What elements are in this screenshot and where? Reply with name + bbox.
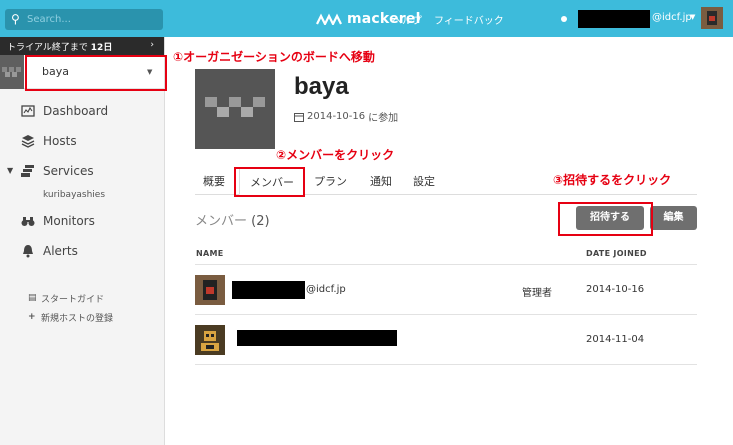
bell-icon bbox=[23, 245, 33, 258]
sidebar-item-hosts[interactable]: Hosts bbox=[0, 130, 164, 154]
sidebar-item-dashboard[interactable]: Dashboard bbox=[0, 100, 164, 124]
member-role: 管理者 bbox=[522, 288, 552, 299]
annotation-box-invite bbox=[558, 202, 653, 236]
sidebar: トライアル終了まで 12日 › baya ▼ Dashboard Hosts ▼… bbox=[0, 37, 165, 445]
user-domain[interactable]: @idcf.jp bbox=[652, 12, 692, 23]
tab-plan[interactable]: プラン bbox=[314, 173, 347, 189]
member-avatar bbox=[195, 275, 225, 305]
top-nav-links: ヘルプ フィードバック bbox=[392, 12, 504, 27]
tab-notifications[interactable]: 通知 bbox=[370, 173, 392, 189]
sidebar-item-services[interactable]: ▼ Services bbox=[0, 160, 164, 184]
members-count: (2) bbox=[251, 214, 270, 229]
annotation-step2: ②メンバーをクリック bbox=[276, 148, 395, 162]
sidebar-item-label: Services bbox=[43, 164, 94, 178]
dashboard-icon bbox=[21, 105, 35, 117]
org-thumbnail bbox=[0, 55, 24, 89]
service-subitem[interactable]: kuribayashies bbox=[43, 190, 105, 200]
joined-info: 2014-10-16 に参加 bbox=[294, 109, 398, 124]
trial-banner[interactable]: トライアル終了まで 12日 › bbox=[0, 37, 164, 55]
member-avatar bbox=[195, 325, 225, 355]
org-avatar bbox=[195, 69, 275, 149]
divider bbox=[195, 314, 697, 315]
joined-date: 2014-10-16 bbox=[307, 111, 366, 122]
member-date-joined: 2014-11-04 bbox=[586, 334, 645, 345]
redacted-member-name bbox=[237, 330, 397, 346]
help-link[interactable]: ヘルプ bbox=[392, 12, 422, 27]
calendar-icon bbox=[294, 112, 304, 122]
trial-label: トライアル終了まで bbox=[7, 43, 88, 53]
document-icon: ▤ bbox=[28, 293, 37, 303]
redacted-member-name bbox=[232, 281, 305, 299]
member-email-domain: @idcf.jp bbox=[306, 284, 346, 295]
column-header-date-joined: DATE JOINED bbox=[586, 249, 647, 258]
services-icon bbox=[21, 165, 34, 177]
tab-settings[interactable]: 設定 bbox=[413, 173, 435, 189]
top-navigation-bar: ⚲ mackerel ヘルプ フィードバック @idcf.jp ▼ bbox=[0, 0, 733, 37]
members-heading: メンバー (2) bbox=[195, 214, 270, 229]
logo-wave-icon bbox=[316, 13, 342, 25]
sidebar-item-label: Monitors bbox=[43, 214, 95, 228]
annotation-box-org bbox=[25, 55, 167, 91]
column-header-name: NAME bbox=[196, 249, 224, 258]
divider bbox=[195, 364, 697, 365]
user-avatar[interactable] bbox=[701, 7, 723, 29]
sidebar-item-label: Hosts bbox=[43, 134, 77, 148]
tab-overview[interactable]: 概要 bbox=[203, 173, 225, 189]
chevron-right-icon: › bbox=[150, 40, 154, 50]
edit-button[interactable]: 編集 bbox=[650, 206, 697, 230]
trial-days: 12日 bbox=[90, 43, 113, 53]
page-title: baya bbox=[294, 73, 349, 100]
divider bbox=[195, 264, 697, 265]
joined-suffix: に参加 bbox=[368, 113, 399, 124]
annotation-step3: ③招待するをクリック bbox=[553, 173, 672, 187]
member-date-joined: 2014-10-16 bbox=[586, 284, 645, 295]
chevron-down-icon[interactable]: ▼ bbox=[690, 13, 695, 21]
plus-icon: + bbox=[28, 312, 36, 322]
sidebar-item-alerts[interactable]: Alerts bbox=[0, 240, 164, 264]
search-box[interactable]: ⚲ bbox=[5, 9, 163, 30]
caret-down-icon[interactable]: ▼ bbox=[7, 166, 13, 175]
annotation-box-members-tab bbox=[234, 167, 305, 197]
sidebar-item-label: Dashboard bbox=[43, 104, 109, 118]
sidebar-item-label: Alerts bbox=[43, 244, 78, 258]
binoculars-icon bbox=[21, 217, 35, 226]
redacted-username[interactable] bbox=[578, 10, 650, 28]
feedback-link[interactable]: フィードバック bbox=[434, 12, 504, 27]
annotation-step1: ①オーガニゼーションのボードへ移動 bbox=[173, 50, 375, 64]
layers-icon bbox=[21, 135, 35, 148]
search-input[interactable] bbox=[27, 11, 159, 28]
notification-dot[interactable] bbox=[561, 16, 567, 22]
search-icon: ⚲ bbox=[11, 12, 20, 26]
sidebar-item-monitors[interactable]: Monitors bbox=[0, 210, 164, 234]
